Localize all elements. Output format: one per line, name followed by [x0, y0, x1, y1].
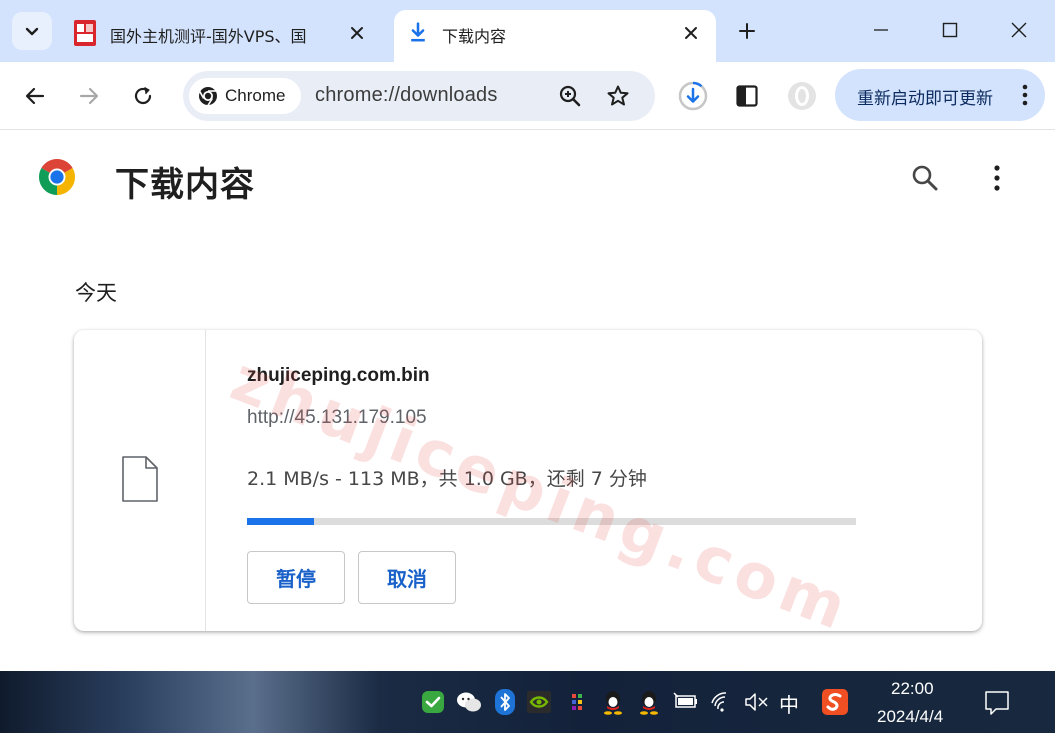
download-icon	[411, 22, 425, 42]
chrome-logo-icon	[38, 159, 76, 195]
volume-muted-icon	[745, 693, 768, 711]
tray-security-icon[interactable]	[420, 689, 446, 715]
clock-time[interactable]: 22:00	[891, 679, 934, 699]
file-source-url[interactable]: http://45.131.179.105	[247, 407, 427, 429]
new-tab-button[interactable]	[734, 18, 760, 44]
more-vertical-icon[interactable]	[1021, 84, 1029, 106]
side-panel-button[interactable]	[730, 79, 764, 113]
tray-battery-icon[interactable]	[672, 689, 698, 715]
zoom-in-icon	[559, 85, 581, 107]
site-info-chip[interactable]: Chrome	[189, 78, 301, 114]
site-favicon-icon	[74, 20, 96, 46]
maximize-icon	[942, 22, 958, 38]
tab-title: 下载内容	[442, 27, 507, 46]
qq-penguin-icon	[640, 691, 658, 715]
qq-penguin-icon	[604, 691, 622, 715]
star-icon	[607, 85, 629, 106]
grid-app-icon	[572, 694, 582, 710]
file-name[interactable]: zhujiceping.com.bin	[247, 365, 430, 387]
tray-qq-icon[interactable]	[600, 689, 626, 715]
close-icon	[685, 27, 697, 39]
notification-icon[interactable]	[983, 689, 1011, 717]
tab-search-button[interactable]	[12, 12, 52, 50]
maximize-button[interactable]	[935, 15, 965, 45]
avatar-icon	[788, 82, 816, 110]
wifi-icon	[711, 692, 727, 712]
tab-downloads[interactable]: 下载内容	[394, 10, 716, 62]
download-progress-icon	[678, 81, 708, 111]
url-text[interactable]: chrome://downloads	[315, 84, 498, 107]
tray-qq-icon-2[interactable]	[636, 689, 662, 715]
zoom-button[interactable]	[557, 83, 583, 109]
tray-wifi-icon[interactable]	[709, 689, 735, 715]
omnibox[interactable]: Chrome chrome://downloads	[183, 71, 655, 121]
download-item-card: zhujiceping.com.bin http://45.131.179.10…	[74, 330, 982, 631]
tab-close-button[interactable]	[680, 22, 702, 44]
arrow-right-icon	[79, 87, 99, 105]
tray-app-icon[interactable]	[564, 689, 590, 715]
cancel-button[interactable]: 取消	[358, 551, 456, 604]
clock-date[interactable]: 2024/4/4	[877, 707, 943, 727]
tray-sogou-icon[interactable]	[822, 689, 848, 715]
downloads-button[interactable]	[676, 79, 710, 113]
tray-bluetooth-icon[interactable]	[492, 689, 518, 715]
tab-zhujiceping[interactable]: 国外主机测评-国外VPS、国	[64, 10, 382, 62]
sogou-input-icon	[822, 689, 848, 715]
tray-nvidia-icon[interactable]	[526, 689, 552, 715]
forward-button[interactable]	[73, 80, 105, 112]
tray-volume-icon[interactable]	[744, 689, 770, 715]
plus-icon	[739, 23, 755, 39]
update-label: 重新启动即可更新	[857, 89, 993, 109]
taskbar: 中 22:00 2024/4/4	[0, 671, 1055, 733]
side-panel-icon	[736, 85, 758, 107]
download-progress-fill	[247, 518, 314, 525]
reload-button[interactable]	[127, 80, 159, 112]
pause-button[interactable]: 暂停	[247, 551, 345, 604]
chrome-icon	[198, 87, 217, 106]
profile-button[interactable]	[785, 79, 819, 113]
relaunch-to-update-button[interactable]: 重新启动即可更新	[835, 69, 1045, 121]
minimize-button[interactable]	[866, 15, 896, 45]
reload-icon	[134, 86, 152, 105]
shield-check-icon	[422, 691, 444, 713]
tab-strip: 国外主机测评-国外VPS、国 下载内容	[0, 0, 1055, 62]
tab-close-button[interactable]	[346, 22, 368, 44]
window-close-button[interactable]	[1004, 15, 1034, 45]
download-status: 2.1 MB/s - 113 MB，共 1.0 GB，还剩 7 分钟	[247, 468, 647, 490]
ime-indicator[interactable]: 中	[779, 689, 799, 718]
battery-plug-icon	[673, 692, 697, 708]
file-icon-column	[74, 330, 206, 631]
date-section-label: 今天	[75, 281, 117, 305]
chip-label: Chrome	[225, 86, 286, 105]
downloads-page: 下载内容 今天 zhujiceping.com.bin http://45.13…	[0, 131, 1055, 671]
arrow-left-icon	[25, 87, 45, 105]
search-icon[interactable]	[910, 163, 940, 193]
page-title: 下载内容	[115, 165, 255, 205]
close-icon	[351, 27, 363, 39]
file-icon	[122, 456, 158, 502]
more-vertical-icon[interactable]	[985, 163, 1009, 193]
toolbar: Chrome chrome://downloads 重新启动即可更新	[0, 62, 1055, 130]
bluetooth-icon	[495, 689, 515, 715]
wechat-icon	[457, 692, 481, 712]
close-icon	[1011, 22, 1027, 38]
tab-title: 国外主机测评-国外VPS、国	[110, 27, 307, 46]
tray-wechat-icon[interactable]	[456, 689, 482, 715]
back-button[interactable]	[19, 80, 51, 112]
nvidia-icon	[527, 691, 551, 713]
bookmark-button[interactable]	[605, 83, 631, 109]
minimize-icon	[874, 29, 888, 31]
download-progress-bar	[247, 518, 856, 525]
chevron-down-icon	[25, 27, 39, 36]
